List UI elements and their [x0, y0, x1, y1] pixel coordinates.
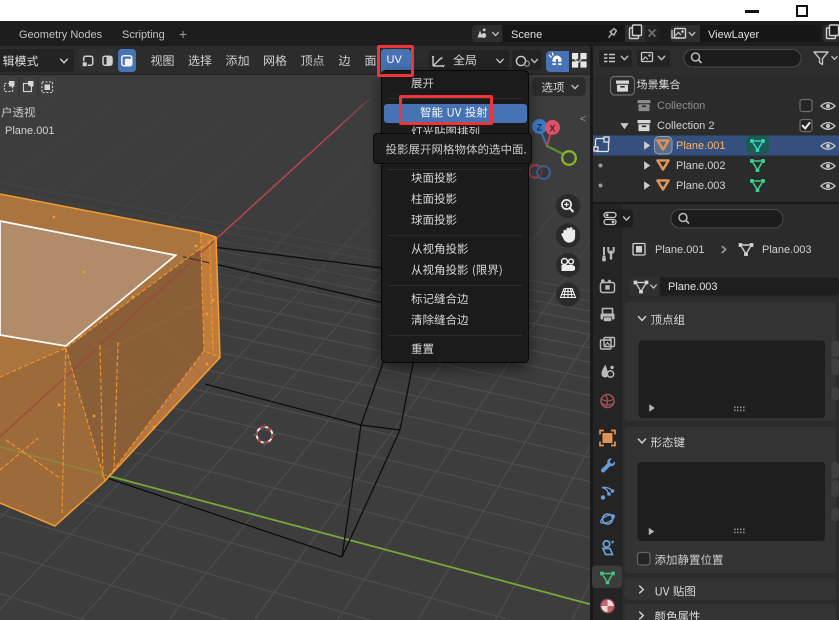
- svg-text:X: X: [549, 124, 555, 134]
- svg-text:<: <: [580, 114, 586, 125]
- svg-text:Z: Z: [537, 123, 543, 133]
